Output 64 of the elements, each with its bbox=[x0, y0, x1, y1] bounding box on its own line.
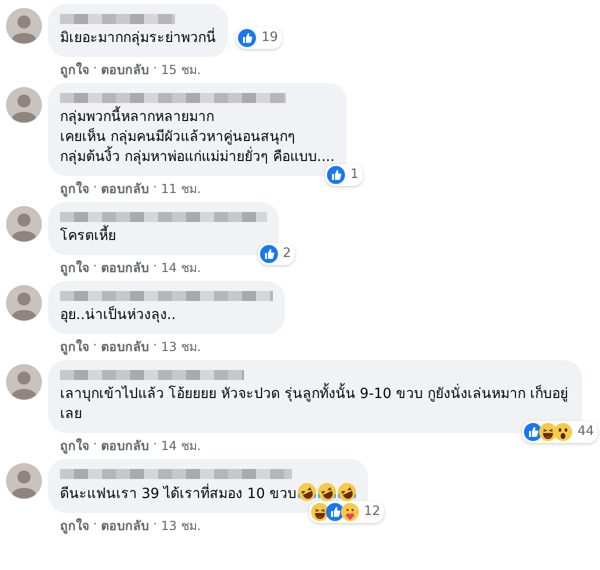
reply-link[interactable]: ตอบกลับ bbox=[100, 258, 149, 278]
like-link[interactable]: ถูกใจ bbox=[60, 337, 89, 357]
separator-dot: · bbox=[152, 258, 157, 275]
separator-dot: · bbox=[152, 436, 157, 453]
reaction-badge[interactable]: 2 bbox=[258, 243, 295, 265]
reaction-count: 19 bbox=[261, 29, 278, 47]
reply-link[interactable]: ตอบกลับ bbox=[100, 516, 149, 536]
avatar-icon bbox=[6, 206, 42, 242]
reaction-count: 2 bbox=[282, 245, 291, 263]
avatar-icon bbox=[6, 364, 42, 400]
comment-text: อุย..น่าเป็นห่วงลุง.. bbox=[60, 305, 177, 325]
like-link[interactable]: ถูกใจ bbox=[60, 258, 89, 278]
reply-link[interactable]: ตอบกลับ bbox=[100, 337, 149, 357]
comment-time[interactable]: 11 ชม. bbox=[160, 179, 201, 199]
thumbs-up-icon bbox=[327, 166, 346, 184]
laughing-face-icon bbox=[338, 483, 356, 501]
separator-dot: · bbox=[93, 60, 97, 77]
comment-time[interactable]: 14 ชม. bbox=[160, 258, 201, 278]
comment-text: มิเยอะมากกลุ่มระย่าพวกนี่ bbox=[60, 28, 216, 48]
reaction-count: 44 bbox=[577, 423, 594, 441]
avatar-icon bbox=[6, 463, 42, 499]
reaction-badge[interactable]: 1 bbox=[325, 164, 363, 186]
comment-text: เคยเห็น กลุ่มคนมีผัวแล้วหาคู่นอนสนุกๆ bbox=[60, 127, 296, 146]
comment-text: กลุ่มพวกนี้หลากหลายมาก bbox=[60, 107, 335, 127]
reaction-badge[interactable]: 12 bbox=[308, 501, 384, 523]
separator-dot: · bbox=[152, 179, 157, 196]
separator-dot: · bbox=[152, 516, 157, 533]
hugging-face-icon bbox=[340, 503, 359, 521]
comment-time[interactable]: 13 ชม. bbox=[160, 516, 201, 536]
surprised-face-icon bbox=[554, 423, 572, 441]
avatar-icon bbox=[6, 285, 42, 321]
separator-dot: · bbox=[93, 179, 97, 196]
comment-time[interactable]: 13 ชม. bbox=[160, 337, 201, 357]
comment-text: กลุ่มต้นงิ้ว กลุ่มหาพ่อแก่แม่ม่ายยั่วๆ คือแบบ.... bbox=[60, 147, 335, 167]
thumbs-up-icon bbox=[238, 29, 256, 47]
laughing-face-icon bbox=[298, 483, 316, 501]
comment-time[interactable]: 14 ชม. bbox=[160, 436, 201, 456]
avatar-icon bbox=[6, 8, 42, 44]
reply-link[interactable]: ตอบกลับ bbox=[100, 60, 149, 80]
comment-text: เลาบุกเข้าไปแล้ว โอ้ยยยย หัวจะปวด รุ่นลูกทั้งนั้น 9-10 ขวบ กูยังนั่งเล่นหมาก เก็บอยู่เลย bbox=[60, 384, 570, 424]
reaction-badge[interactable]: 19 bbox=[236, 27, 282, 49]
reply-link[interactable]: ตอบกลับ bbox=[100, 179, 149, 199]
like-link[interactable]: ถูกใจ bbox=[60, 179, 89, 199]
thumbs-up-icon bbox=[260, 245, 278, 263]
laughing-face-icon bbox=[310, 503, 329, 521]
like-link[interactable]: ถูกใจ bbox=[60, 516, 89, 536]
separator-dot: · bbox=[152, 60, 157, 77]
thumbs-up-icon bbox=[326, 503, 344, 521]
laughing-face-icon bbox=[318, 483, 336, 501]
reaction-count: 1 bbox=[350, 166, 359, 184]
separator-dot: · bbox=[93, 436, 97, 453]
separator-dot: · bbox=[93, 337, 97, 354]
reply-link[interactable]: ตอบกลับ bbox=[100, 436, 149, 456]
like-link[interactable]: ถูกใจ bbox=[60, 436, 89, 456]
comment-text: ดีนะแฟนเรา 39 ได้เราที่สมอง 10 ขวบ bbox=[60, 483, 356, 504]
separator-dot: · bbox=[93, 516, 97, 533]
comment-time[interactable]: 15 ชม. bbox=[160, 60, 201, 80]
separator-dot: · bbox=[152, 337, 157, 354]
like-link[interactable]: ถูกใจ bbox=[60, 60, 89, 80]
comment-text: โครตเหี้ย bbox=[60, 226, 267, 246]
reaction-badge[interactable]: 44 bbox=[522, 421, 598, 443]
reaction-count: 12 bbox=[364, 503, 380, 521]
avatar-icon bbox=[6, 87, 42, 123]
separator-dot: · bbox=[93, 258, 97, 275]
